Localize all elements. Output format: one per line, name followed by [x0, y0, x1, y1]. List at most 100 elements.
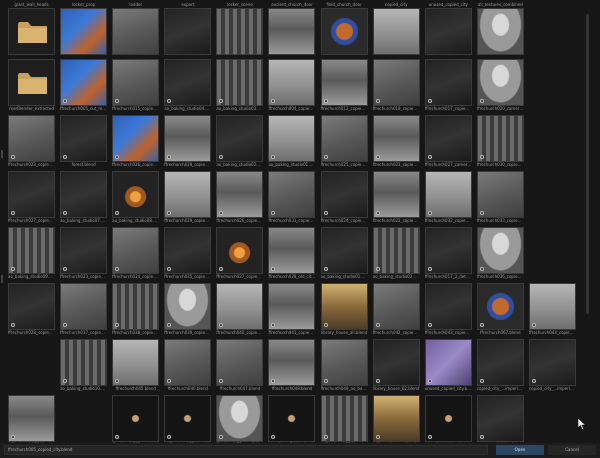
- file-item[interactable]: ffrechurch041_copied_city.blend: [268, 280, 316, 336]
- file-thumbnail[interactable]: [60, 339, 108, 386]
- file-thumbnail[interactable]: [424, 8, 472, 55]
- file-thumbnail[interactable]: [268, 283, 316, 330]
- file-thumbnail[interactable]: [60, 171, 108, 218]
- file-thumbnail[interactable]: [112, 395, 160, 442]
- file-thumbnail[interactable]: [216, 227, 264, 274]
- file-thumbnail[interactable]: [112, 283, 160, 330]
- folder-item[interactable]: export: [164, 2, 212, 56]
- file-thumbnail[interactable]: [268, 227, 316, 274]
- file-thumbnail[interactable]: [164, 8, 212, 55]
- file-thumbnail[interactable]: [476, 59, 524, 106]
- folder-item[interactable]: locker_prop: [60, 2, 108, 56]
- file-thumbnail[interactable]: [424, 283, 472, 330]
- file-item[interactable]: ffrechurch050.blend: [8, 392, 56, 448]
- folder-item[interactable]: unused_copied_city: [424, 2, 472, 56]
- file-item[interactable]: ao_baking_studio10.blend: [60, 336, 107, 392]
- file-thumbnail[interactable]: [320, 283, 368, 330]
- file-item[interactable]: ao_baking_studio02.blend: [216, 112, 263, 168]
- file-item[interactable]: forest2.blend: [268, 392, 316, 448]
- file-item[interactable]: ffrechurch030_copied_city.blend: [477, 112, 524, 168]
- file-thumbnail[interactable]: [476, 227, 524, 274]
- file-thumbnail[interactable]: [8, 227, 56, 274]
- file-item[interactable]: library_house.blend: [372, 392, 420, 448]
- file-thumbnail[interactable]: [164, 395, 212, 442]
- file-thumbnail[interactable]: [164, 115, 212, 162]
- file-thumbnail[interactable]: [268, 171, 316, 218]
- file-thumbnail[interactable]: [8, 59, 56, 106]
- file-item[interactable]: ffrechurch049_ao_bake.blend: [321, 336, 368, 392]
- file-thumbnail[interactable]: [112, 115, 160, 162]
- file-thumbnail[interactable]: [8, 8, 56, 55]
- file-thumbnail[interactable]: [268, 339, 316, 386]
- folder-item[interactable]: field_church_door: [320, 2, 368, 56]
- file-item[interactable]: ffrechurch067.blend: [476, 280, 524, 336]
- file-item[interactable]: ffrechurch017_copied_city.blend: [425, 56, 472, 112]
- file-item[interactable]: ffrechurch035_copied_city.blend: [164, 224, 211, 280]
- file-item[interactable]: ffrechurch027_camera.blend: [425, 112, 472, 168]
- file-thumbnail[interactable]: [476, 115, 524, 162]
- file-thumbnail[interactable]: [268, 8, 316, 55]
- folder-item[interactable]: all_textures_combined: [476, 2, 524, 56]
- file-thumbnail[interactable]: [216, 59, 264, 106]
- file-thumbnail[interactable]: [8, 395, 56, 442]
- file-thumbnail[interactable]: [372, 395, 420, 442]
- file-item[interactable]: ao_baking_studio08.blend: [112, 168, 159, 224]
- file-item[interactable]: ffrechurch047.blend: [216, 336, 264, 392]
- file-item[interactable]: ao_baking_studio01.blend: [321, 224, 368, 280]
- file-thumbnail[interactable]: [372, 339, 420, 386]
- file-thumbnail[interactable]: [60, 8, 108, 55]
- side-handle[interactable]: [1, 150, 3, 158]
- file-item[interactable]: ffrechurch048.blend: [268, 336, 316, 392]
- file-thumbnail[interactable]: [320, 227, 368, 274]
- file-thumbnail[interactable]: [372, 227, 420, 274]
- file-thumbnail[interactable]: [60, 283, 108, 330]
- file-thumbnail[interactable]: [164, 59, 212, 106]
- file-thumbnail[interactable]: [372, 8, 420, 55]
- file-item[interactable]: ffrechurch029_copied_city.blend: [164, 168, 211, 224]
- file-item[interactable]: ffrechurch024_copied_city.blend: [321, 168, 368, 224]
- file-item[interactable]: ffrechurch027_copied_city.blend: [216, 224, 263, 280]
- file-thumbnail[interactable]: [424, 59, 472, 106]
- file-item[interactable]: ffrechurch023_copied_city.blend: [60, 224, 107, 280]
- file-thumbnail[interactable]: [216, 395, 264, 442]
- file-thumbnail[interactable]: [268, 395, 316, 442]
- file-thumbnail[interactable]: [528, 339, 576, 386]
- file-thumbnail[interactable]: [216, 339, 264, 386]
- file-thumbnail[interactable]: [112, 227, 160, 274]
- file-thumbnail[interactable]: [424, 171, 472, 218]
- file-thumbnail[interactable]: [164, 339, 212, 386]
- file-item[interactable]: ffrechurch043_copied_city.blend: [425, 280, 472, 336]
- file-item[interactable]: copied_city_...imperial.blend: [529, 336, 576, 392]
- file-item[interactable]: ao_baking_studio07.blend: [60, 168, 107, 224]
- file-item[interactable]: ffrechurch022_copied_city.blend: [373, 168, 420, 224]
- file-thumbnail[interactable]: [216, 8, 264, 55]
- file-item[interactable]: ffrechurch037_copied_city.blend: [60, 280, 107, 336]
- file-thumbnail[interactable]: [320, 59, 368, 106]
- file-item[interactable]: ffrechurch023_copied_city.blend: [8, 112, 55, 168]
- file-item[interactable]: ffrechurch020_camera.blend: [477, 56, 524, 112]
- file-item[interactable]: library_house_02.blend: [372, 336, 420, 392]
- side-handle[interactable]: [1, 275, 3, 283]
- file-item[interactable]: ffrechurch039_copied_city.blend: [164, 280, 211, 336]
- cancel-button[interactable]: Cancel: [548, 445, 596, 455]
- file-item[interactable]: copied_city_...imperial.blend: [477, 336, 524, 392]
- vertical-scrollbar[interactable]: [586, 14, 589, 314]
- filename-field[interactable]: ffrechurch005_copied_city.blend: [4, 445, 488, 455]
- file-thumbnail[interactable]: [320, 8, 368, 55]
- file-item[interactable]: library_house_all.blend: [320, 280, 368, 336]
- file-item[interactable]: ffrechurch038_copied_city.blend: [112, 280, 159, 336]
- file-item[interactable]: forest.blend: [60, 112, 108, 168]
- file-thumbnail[interactable]: [112, 171, 160, 218]
- file-thumbnail[interactable]: [424, 115, 472, 162]
- file-thumbnail[interactable]: [60, 59, 108, 106]
- file-thumbnail[interactable]: [372, 59, 420, 106]
- file-thumbnail[interactable]: [476, 8, 524, 55]
- file-item[interactable]: ao_baking_studio04.blend: [164, 56, 211, 112]
- file-item[interactable]: ffrechurch015_copied_city.blend: [112, 56, 159, 112]
- file-item[interactable]: unused_copied_city.blend: [425, 336, 472, 392]
- file-thumbnail[interactable]: [60, 227, 108, 274]
- file-thumbnail[interactable]: [8, 283, 56, 330]
- file-thumbnail[interactable]: [424, 395, 472, 442]
- open-button[interactable]: Open: [496, 445, 544, 455]
- folder-item[interactable]: copied_city: [372, 2, 420, 56]
